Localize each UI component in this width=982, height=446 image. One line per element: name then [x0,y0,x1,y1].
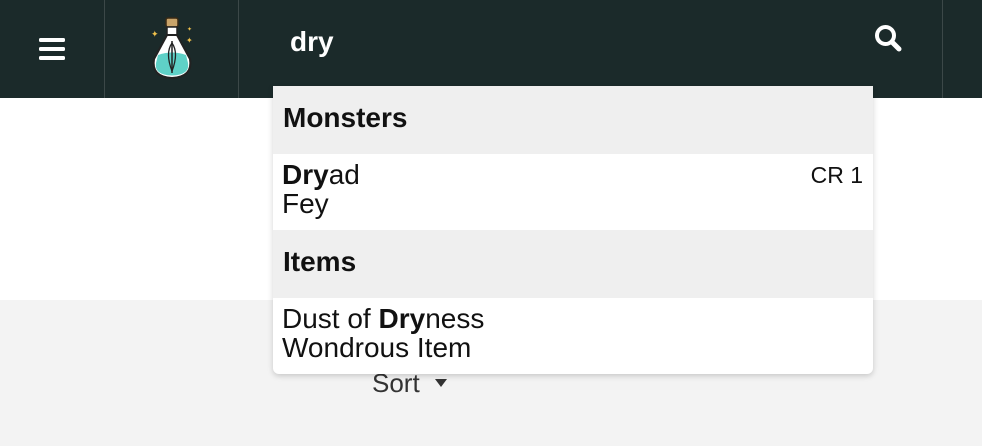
result-challenge-rating: CR 1 [810,162,863,188]
potion-bottle-icon: ✦ ✦ ✦ [151,17,193,80]
hamburger-menu-icon [39,38,65,60]
results-group-header: Monsters [273,86,873,154]
divider [104,0,105,98]
search-input[interactable] [272,16,852,68]
search-button[interactable] [864,14,912,62]
divider [238,0,239,98]
result-name: Dust of Dryness [282,304,863,333]
magnifier-icon [875,25,902,52]
result-name-prefix: Dust of [282,303,379,334]
result-name: Dryad [282,160,863,189]
search-result-item[interactable]: Dust of Dryness Wondrous Item [273,298,873,374]
results-group-header: Items [273,230,873,298]
result-name-match: Dry [378,303,426,334]
result-type: Wondrous Item [282,332,472,363]
svg-text:✦: ✦ [187,26,192,33]
search-results-dropdown: Monsters Dryad Fey CR 1 Items Dust of Dr… [273,86,873,374]
caret-down-icon [434,379,447,387]
svg-text:✦: ✦ [151,30,159,40]
result-name-rest: ad [328,159,360,190]
search-result-item[interactable]: Dryad Fey CR 1 [273,154,873,230]
svg-text:✦: ✦ [186,36,193,45]
site-logo[interactable]: ✦ ✦ ✦ [106,0,238,98]
menu-button[interactable] [0,0,104,98]
top-navigation-bar: ✦ ✦ ✦ [0,0,982,98]
result-type: Fey [282,188,329,219]
result-name-match: Dry [282,159,329,190]
divider [942,0,943,98]
result-name-rest: ness [425,303,485,334]
